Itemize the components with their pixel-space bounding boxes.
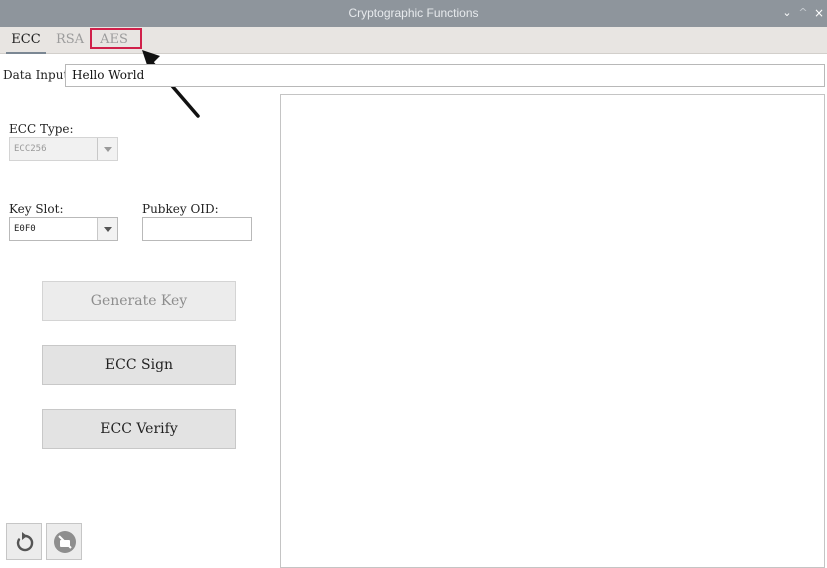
tab-rsa[interactable]: RSA xyxy=(52,27,88,54)
chevron-down-icon xyxy=(104,147,112,152)
maximize-icon[interactable]: ^ xyxy=(796,5,810,21)
minimize-icon[interactable]: ⌄ xyxy=(780,5,794,21)
reset-button[interactable] xyxy=(6,523,42,560)
ecc-type-value: ECC256 xyxy=(14,144,47,154)
key-slot-select[interactable]: E0F0 xyxy=(9,217,118,241)
key-slot-dropdown-button[interactable] xyxy=(97,218,117,240)
clear-button[interactable] xyxy=(46,523,82,560)
chevron-down-icon xyxy=(104,227,112,232)
key-slot-value: E0F0 xyxy=(14,224,36,234)
close-icon[interactable]: × xyxy=(812,5,826,21)
key-slot-label: Key Slot: xyxy=(9,202,64,216)
pubkey-oid-input[interactable] xyxy=(142,217,252,241)
title-bar: Cryptographic Functions ⌄ ^ × xyxy=(0,0,827,27)
ecc-verify-button[interactable]: ECC Verify xyxy=(42,409,236,449)
tab-ecc[interactable]: ECC xyxy=(6,27,46,54)
aes-tab-highlight xyxy=(90,28,142,49)
ecc-type-dropdown-button[interactable] xyxy=(97,138,117,160)
generate-key-button[interactable]: Generate Key xyxy=(42,281,236,321)
clear-icon xyxy=(54,531,76,553)
output-text-area[interactable] xyxy=(280,94,825,568)
data-input-field[interactable]: Hello World xyxy=(65,64,825,87)
reset-icon xyxy=(16,532,34,552)
ecc-type-label: ECC Type: xyxy=(9,122,74,136)
window-title: Cryptographic Functions xyxy=(348,6,479,20)
data-input-label: Data Input: xyxy=(3,68,73,82)
ecc-sign-button[interactable]: ECC Sign xyxy=(42,345,236,385)
ecc-type-select[interactable]: ECC256 xyxy=(9,137,118,161)
pubkey-oid-label: Pubkey OID: xyxy=(142,202,219,216)
